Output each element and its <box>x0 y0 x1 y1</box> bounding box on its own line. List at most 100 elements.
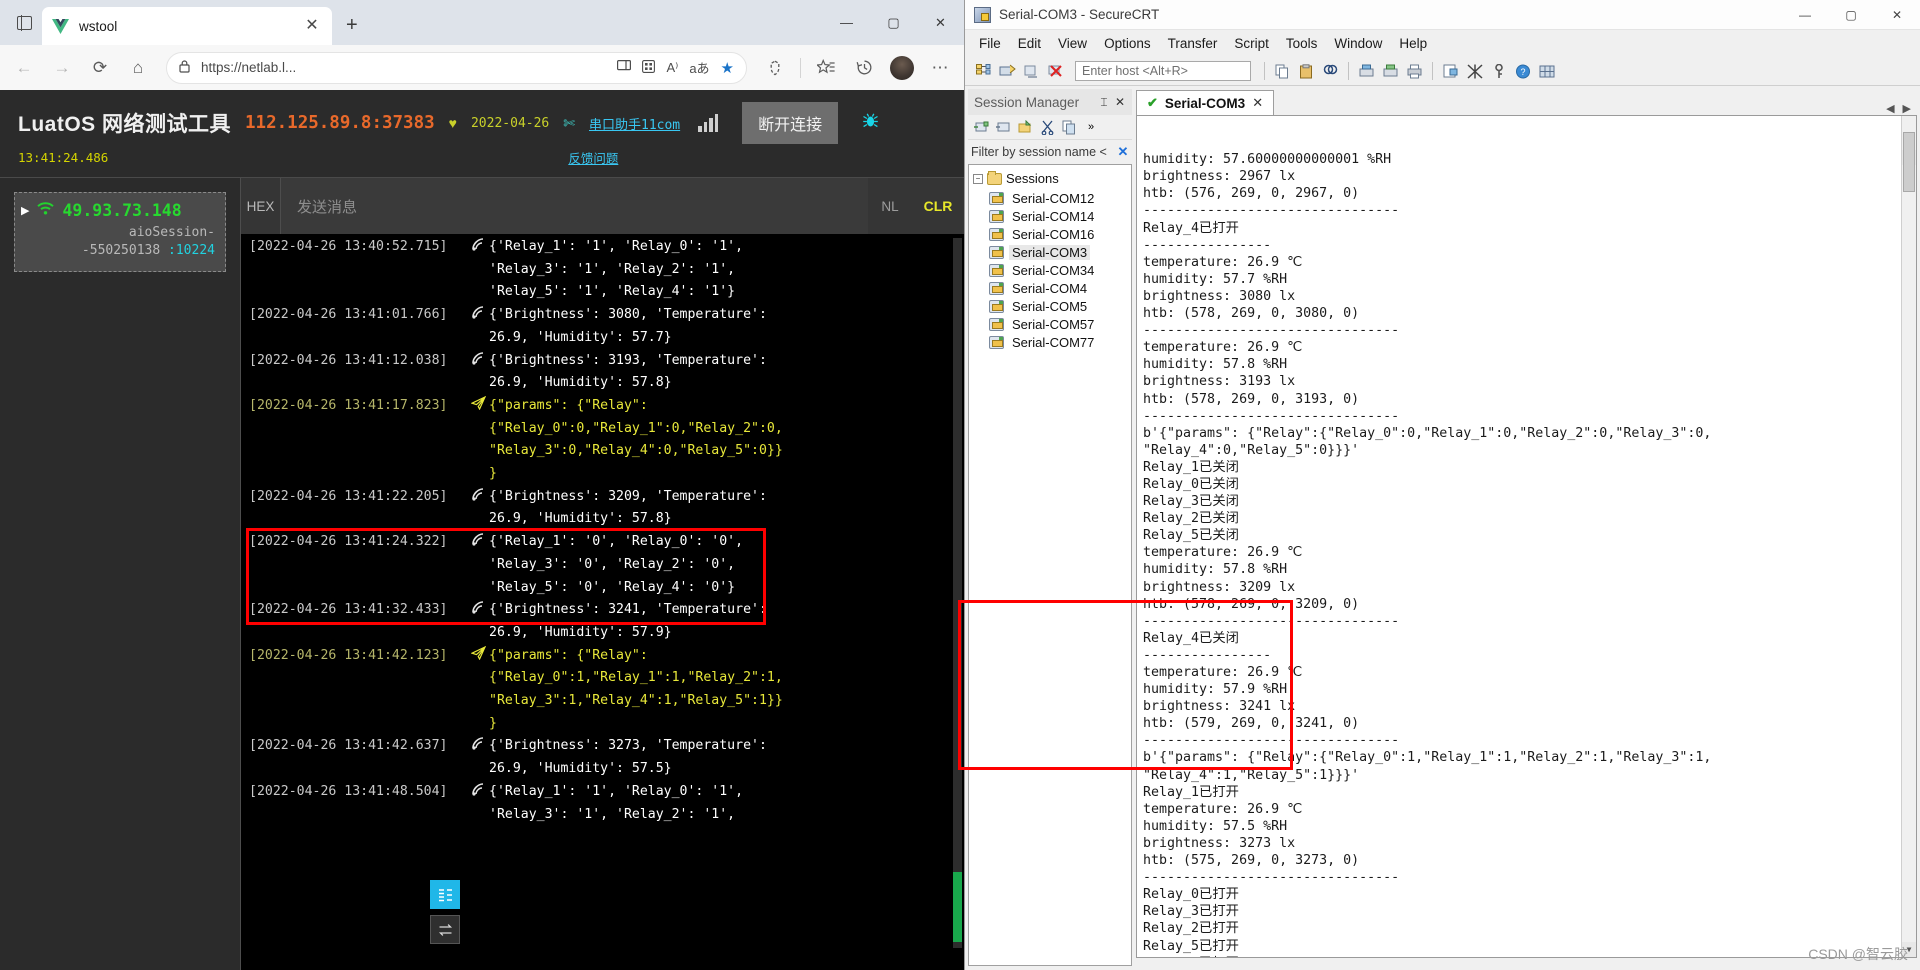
session-item[interactable]: Serial-COM5 <box>973 297 1131 315</box>
menu-window[interactable]: Window <box>1334 36 1382 51</box>
key-icon[interactable] <box>1488 61 1509 82</box>
copy-icon[interactable] <box>1059 117 1079 137</box>
print-icon[interactable] <box>1404 61 1425 82</box>
close-window-icon[interactable]: ✕ <box>917 0 964 45</box>
menu-tools[interactable]: Tools <box>1286 36 1318 51</box>
new-tab-button[interactable]: + <box>346 14 358 37</box>
close-window-icon[interactable]: ✕ <box>1874 0 1920 30</box>
close-icon[interactable]: ✕ <box>1112 95 1128 109</box>
collapse-icon[interactable]: − <box>973 173 983 184</box>
help-icon[interactable]: ? <box>1512 61 1533 82</box>
forward-icon[interactable]: → <box>44 51 80 85</box>
list-icon[interactable] <box>430 880 460 909</box>
session-item[interactable]: Serial-COM34 <box>973 261 1131 279</box>
session-item[interactable]: Serial-COM57 <box>973 315 1131 333</box>
serial-tool-link[interactable]: 串口助手11com <box>589 114 680 133</box>
grid-icon[interactable] <box>1536 61 1557 82</box>
log-scrollbar-thumb[interactable] <box>953 872 962 942</box>
session-item[interactable]: Serial-COM12 <box>973 189 1131 207</box>
clear-filter-icon[interactable]: ✕ <box>1114 144 1132 160</box>
terminal-scrollbar-thumb[interactable] <box>1903 132 1915 192</box>
terminal-line: brightness: 2967 lx <box>1143 169 1296 185</box>
hex-toggle-button[interactable]: HEX <box>241 178 281 234</box>
browser-tab-wstool[interactable]: wstool ✕ <box>42 7 332 45</box>
tab-scroll-left-icon[interactable]: ◀ <box>1886 102 1894 115</box>
log-message: {'Relay_1': '1', 'Relay_0': '1', 'Relay_… <box>489 783 744 822</box>
clear-button[interactable]: CLR <box>912 178 964 234</box>
receive-signal-icon <box>467 236 489 259</box>
back-icon[interactable]: ← <box>6 51 42 85</box>
feedback-link[interactable]: 反馈问题 <box>568 148 618 167</box>
log-session-icon[interactable] <box>1380 61 1401 82</box>
home-icon[interactable]: ⌂ <box>120 51 156 85</box>
message-log[interactable]: [2022-04-26 13:40:52.715] {'Relay_1': '1'… <box>240 234 964 970</box>
maximize-icon[interactable]: ▢ <box>870 0 917 45</box>
translate-icon[interactable]: aあ <box>689 58 709 77</box>
sync-icon[interactable] <box>430 915 460 944</box>
session-item[interactable]: Serial-COM16 <box>973 225 1131 243</box>
message-panel: HEX 发送消息 NL CLR [2022-04-26 13:40:52.715… <box>240 178 964 970</box>
disconnect-button[interactable]: 断开连接 <box>742 102 839 144</box>
avatar[interactable] <box>884 51 920 85</box>
favorites-icon[interactable] <box>808 51 844 85</box>
favorite-star-icon[interactable]: ★ <box>721 59 734 77</box>
session-tree[interactable]: − Sessions Serial-COM12 Serial-COM14 Seria… <box>968 164 1132 966</box>
cut-icon[interactable] <box>1037 117 1057 137</box>
session-item[interactable]: Serial-COM14 <box>973 207 1131 225</box>
newline-toggle-button[interactable]: NL <box>868 178 912 234</box>
overflow-icon[interactable]: » <box>1081 117 1101 137</box>
session-tree-root-label: Sessions <box>1006 171 1059 186</box>
menu-edit[interactable]: Edit <box>1018 36 1041 51</box>
tab-serial-com3[interactable]: ✔ Serial-COM3 ✕ <box>1136 90 1275 115</box>
disconnect-icon[interactable] <box>1045 61 1066 82</box>
import-icon[interactable] <box>1015 117 1035 137</box>
print-screen-icon[interactable] <box>1356 61 1377 82</box>
session-item[interactable]: Serial-COM3 <box>973 243 1131 261</box>
copy-icon[interactable] <box>1272 61 1293 82</box>
pin-icon[interactable]: ⌶ <box>1096 95 1112 110</box>
session-filter-input[interactable]: Filter by session name < <box>968 145 1114 159</box>
paste-icon[interactable] <box>1296 61 1317 82</box>
terminal-scrollbar[interactable]: ▲ ▼ <box>1901 116 1916 957</box>
terminal-output[interactable]: humidity: 57.60000000000001 %RH brightnes… <box>1136 115 1917 958</box>
browser-essentials-icon[interactable] <box>757 51 793 85</box>
session-item[interactable]: Serial-COM4 <box>973 279 1131 297</box>
maximize-icon[interactable]: ▢ <box>1828 0 1874 30</box>
menu-help[interactable]: Help <box>1399 36 1427 51</box>
menu-options[interactable]: Options <box>1104 36 1151 51</box>
history-icon[interactable] <box>846 51 882 85</box>
settings-icon[interactable] <box>1464 61 1485 82</box>
connect-icon[interactable] <box>997 61 1018 82</box>
session-manager-icon[interactable] <box>973 61 994 82</box>
host-input[interactable]: Enter host <Alt+R> <box>1075 61 1251 81</box>
read-aloud-icon[interactable]: A⁾ <box>666 60 678 76</box>
menu-transfer[interactable]: Transfer <box>1168 36 1218 51</box>
tab-scroll-right-icon[interactable]: ▶ <box>1903 102 1911 115</box>
reload-icon[interactable]: ⟳ <box>82 51 118 85</box>
minimize-icon[interactable]: — <box>1782 0 1828 30</box>
menu-file[interactable]: File <box>979 36 1001 51</box>
terminal-line: htb: (578, 269, 0, 3193, 0) <box>1143 391 1360 407</box>
close-icon[interactable]: ✕ <box>302 18 322 34</box>
tab-actions-icon[interactable] <box>6 5 42 41</box>
connect-local-icon[interactable] <box>1021 61 1042 82</box>
address-bar[interactable]: https://netlab.l... A⁾ aあ ★ <box>166 51 747 84</box>
qr-icon[interactable] <box>642 59 656 76</box>
send-message-input[interactable]: 发送消息 <box>281 178 868 234</box>
bug-icon[interactable] <box>862 112 879 134</box>
split-screen-icon[interactable] <box>617 60 632 75</box>
session-item[interactable]: Serial-COM77 <box>973 333 1131 351</box>
find-icon[interactable] <box>1320 61 1341 82</box>
menu-script[interactable]: Script <box>1234 36 1269 51</box>
menu-view[interactable]: View <box>1058 36 1087 51</box>
log-scrollbar-track[interactable] <box>953 238 962 948</box>
new-folder-icon[interactable] <box>993 117 1013 137</box>
session-card[interactable]: ▶ 49.93.73.148 aioSession- -550250138 :1… <box>14 192 226 273</box>
new-session-icon[interactable] <box>971 117 991 137</box>
settings-more-icon[interactable]: ⋯ <box>922 51 958 85</box>
minimize-icon[interactable]: — <box>823 0 870 45</box>
chevron-right-icon[interactable]: ▶ <box>21 204 29 217</box>
session-tree-root[interactable]: − Sessions <box>973 170 1131 186</box>
session-options-icon[interactable] <box>1440 61 1461 82</box>
close-icon[interactable]: ✕ <box>1252 95 1263 111</box>
